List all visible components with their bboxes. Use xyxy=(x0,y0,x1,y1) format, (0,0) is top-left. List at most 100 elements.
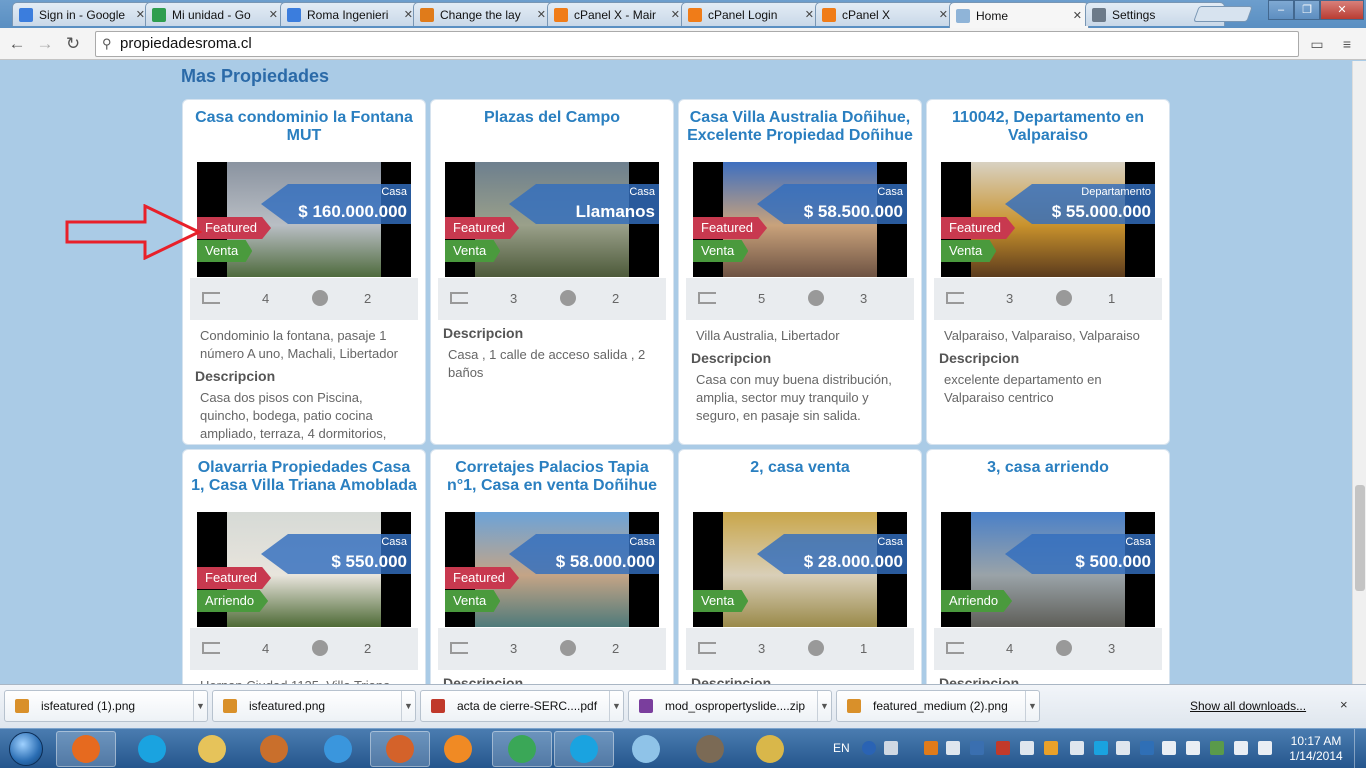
property-image[interactable]: Departamento $ 55.000.000 Featured Venta xyxy=(941,162,1155,277)
tray-icon[interactable] xyxy=(1140,741,1154,755)
property-title[interactable]: Corretajes Palacios Tapia n°1, Casa en v… xyxy=(431,450,673,508)
property-title[interactable]: Casa Villa Australia Doñihue, Excelente … xyxy=(679,100,921,158)
reload-icon[interactable]: ↻ xyxy=(62,33,84,55)
tab-close-icon[interactable]: ✕ xyxy=(537,8,546,21)
tab-3[interactable]: Change the lay ✕ xyxy=(413,2,553,26)
tab-5[interactable]: cPanel Login ✕ xyxy=(681,2,821,26)
tray-icon[interactable] xyxy=(1070,741,1084,755)
signal-icon[interactable] xyxy=(1258,741,1272,755)
bath-icon xyxy=(1056,640,1072,656)
property-card[interactable]: 110042, Departamento en Valparaiso Depart… xyxy=(926,99,1170,445)
property-image[interactable]: Casa $ 28.000.000 Venta xyxy=(693,512,907,627)
tab-0[interactable]: Sign in - Google ✕ xyxy=(12,2,152,26)
property-title[interactable]: 2, casa venta xyxy=(679,450,921,508)
tab-close-icon[interactable]: ✕ xyxy=(136,8,145,21)
taskbar-app[interactable] xyxy=(308,731,368,767)
chevron-down-icon[interactable]: ▼ xyxy=(817,691,831,721)
property-title[interactable]: Olavarria Propiedades Casa 1, Casa Villa… xyxy=(183,450,425,508)
start-button[interactable] xyxy=(2,729,50,768)
cast-icon[interactable]: ▭ xyxy=(1306,34,1328,54)
address-bar[interactable]: ⚲ propiedadesroma.cl xyxy=(95,31,1299,57)
bath-icon xyxy=(560,640,576,656)
property-card[interactable]: Casa condominio la Fontana MUT Casa $ 160.… xyxy=(182,99,426,445)
tab-6[interactable]: cPanel X ✕ xyxy=(815,2,955,26)
tray-icon[interactable] xyxy=(924,741,938,755)
taskbar-app[interactable] xyxy=(182,731,242,767)
new-tab-button[interactable] xyxy=(1193,6,1253,22)
property-image[interactable]: Casa $ 550.000 Featured Arriendo xyxy=(197,512,411,627)
taskbar-app[interactable] xyxy=(740,731,800,767)
chevron-down-icon[interactable]: ▼ xyxy=(193,691,207,721)
download-item[interactable]: isfeatured (1).png ▼ xyxy=(4,690,208,722)
taskbar-app[interactable] xyxy=(370,731,430,767)
property-card[interactable]: 3, casa arriendo Casa $ 500.000 Arriendo 4 3 D… xyxy=(926,449,1170,684)
back-icon[interactable]: ← xyxy=(6,33,28,55)
property-image[interactable]: Casa $ 160.000.000 Featured Venta xyxy=(197,162,411,277)
tab-close-icon[interactable]: ✕ xyxy=(939,8,948,21)
property-title[interactable]: 3, casa arriendo xyxy=(927,450,1169,508)
download-item[interactable]: mod_ospropertyslide....zip ▼ xyxy=(628,690,832,722)
window-close-button[interactable]: ✕ xyxy=(1320,0,1364,20)
taskbar-app[interactable] xyxy=(680,731,740,767)
taskbar-app[interactable] xyxy=(428,731,488,767)
property-card[interactable]: Casa Villa Australia Doñihue, Excelente … xyxy=(678,99,922,445)
tray-icon[interactable] xyxy=(1094,741,1108,755)
forward-icon[interactable]: → xyxy=(34,33,56,55)
tab-close-icon[interactable]: ✕ xyxy=(269,8,278,21)
battery-icon[interactable] xyxy=(1234,741,1248,755)
property-title[interactable]: Casa condominio la Fontana MUT xyxy=(183,100,425,158)
tab-1[interactable]: Mi unidad - Go ✕ xyxy=(145,2,285,26)
tab-close-icon[interactable]: ✕ xyxy=(404,8,413,21)
bed-icon xyxy=(946,292,964,304)
help-icon[interactable] xyxy=(862,741,876,755)
chevron-down-icon[interactable]: ▼ xyxy=(609,691,623,721)
tab-2[interactable]: Roma Ingenieri ✕ xyxy=(280,2,420,26)
network-icon[interactable] xyxy=(970,741,984,755)
tray-icon[interactable] xyxy=(1210,741,1224,755)
tab-close-icon[interactable]: ✕ xyxy=(805,8,814,21)
minimize-button[interactable]: – xyxy=(1268,0,1294,20)
download-item[interactable]: featured_medium (2).png ▼ xyxy=(836,690,1040,722)
property-card[interactable]: Plazas del Campo Casa Llamanos Featured Vent… xyxy=(430,99,674,445)
download-item[interactable]: acta de cierre-SERC....pdf ▼ xyxy=(420,690,624,722)
menu-icon[interactable]: ≡ xyxy=(1336,34,1358,54)
show-all-downloads-link[interactable]: Show all downloads... xyxy=(1190,699,1306,713)
show-desktop-button[interactable] xyxy=(1354,729,1366,768)
tray-icon[interactable] xyxy=(1116,741,1130,755)
taskbar-app[interactable] xyxy=(56,731,116,767)
tray-icon[interactable] xyxy=(884,741,898,755)
property-card[interactable]: Olavarria Propiedades Casa 1, Casa Villa… xyxy=(182,449,426,684)
clock[interactable]: 10:17 AM 1/14/2014 xyxy=(1288,734,1344,764)
property-title[interactable]: 110042, Departamento en Valparaiso xyxy=(927,100,1169,158)
property-image[interactable]: Casa $ 500.000 Arriendo xyxy=(941,512,1155,627)
property-image[interactable]: Casa Llamanos Featured Venta xyxy=(445,162,659,277)
property-card[interactable]: Corretajes Palacios Tapia n°1, Casa en v… xyxy=(430,449,674,684)
property-title[interactable]: Plazas del Campo xyxy=(431,100,673,158)
tray-icon[interactable] xyxy=(946,741,960,755)
tab-4[interactable]: cPanel X - Mair ✕ xyxy=(547,2,687,26)
property-image[interactable]: Casa $ 58.000.000 Featured Venta xyxy=(445,512,659,627)
taskbar-app[interactable] xyxy=(492,731,552,767)
taskbar-app[interactable] xyxy=(616,731,676,767)
maximize-button[interactable]: ❐ xyxy=(1294,0,1320,20)
tray-icon[interactable] xyxy=(1044,741,1058,755)
taskbar-app[interactable] xyxy=(122,731,182,767)
taskbar-app[interactable] xyxy=(554,731,614,767)
volume-icon[interactable] xyxy=(1162,741,1176,755)
tab-close-icon[interactable]: ✕ xyxy=(671,8,680,21)
scrollbar-thumb[interactable] xyxy=(1355,485,1365,591)
page-scrollbar[interactable] xyxy=(1352,61,1366,684)
property-image[interactable]: Casa $ 58.500.000 Featured Venta xyxy=(693,162,907,277)
tray-icon[interactable] xyxy=(1186,741,1200,755)
language-indicator[interactable]: EN xyxy=(833,741,850,755)
downloads-close-icon[interactable]: × xyxy=(1340,697,1348,712)
download-item[interactable]: isfeatured.png ▼ xyxy=(212,690,416,722)
tray-icon[interactable] xyxy=(996,741,1010,755)
property-card[interactable]: 2, casa venta Casa $ 28.000.000 Venta 3 1 Desc… xyxy=(678,449,922,684)
taskbar-app[interactable] xyxy=(244,731,304,767)
chevron-down-icon[interactable]: ▼ xyxy=(401,691,415,721)
tab-close-icon[interactable]: ✕ xyxy=(1073,9,1082,22)
chevron-down-icon[interactable]: ▼ xyxy=(1025,691,1039,721)
tray-icon[interactable] xyxy=(1020,741,1034,755)
tab-7[interactable]: Home ✕ xyxy=(949,2,1089,28)
